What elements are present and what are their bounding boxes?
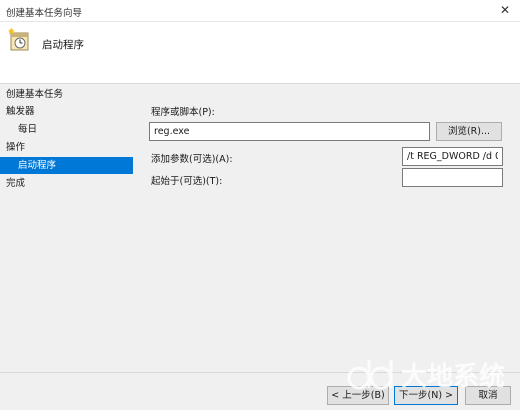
step-start-program[interactable]: 启动程序 [0, 157, 133, 174]
close-icon[interactable]: ✕ [500, 3, 510, 17]
start-in-input[interactable] [402, 168, 503, 187]
watermark-logo: 大地系统 [347, 360, 505, 392]
page-title: 启动程序 [42, 39, 84, 51]
browse-button[interactable]: 浏览(R)... [436, 122, 502, 141]
step-action[interactable]: 操作 [0, 139, 133, 156]
scheduler-clock-icon [8, 28, 29, 51]
step-create-basic-task[interactable]: 创建基本任务 [0, 86, 133, 103]
wizard-steps: 创建基本任务 触发器 每日 操作 启动程序 完成 [0, 84, 135, 410]
wizard-header: 启动程序 [0, 22, 520, 84]
program-label: 程序或脚本(P): [151, 107, 215, 118]
args-label: 添加参数(可选)(A): [151, 154, 233, 165]
args-input[interactable] [402, 147, 503, 166]
window-title: 创建基本任务向导 [6, 8, 83, 19]
title-bar: 创建基本任务向导 ✕ [0, 0, 520, 22]
watermark-text: 大地系统 [401, 361, 505, 392]
start-in-label: 起始于(可选)(T): [151, 176, 223, 187]
program-input[interactable] [149, 122, 430, 141]
step-trigger[interactable]: 触发器 [0, 103, 133, 120]
step-daily[interactable]: 每日 [0, 121, 133, 138]
step-finish[interactable]: 完成 [0, 175, 133, 192]
